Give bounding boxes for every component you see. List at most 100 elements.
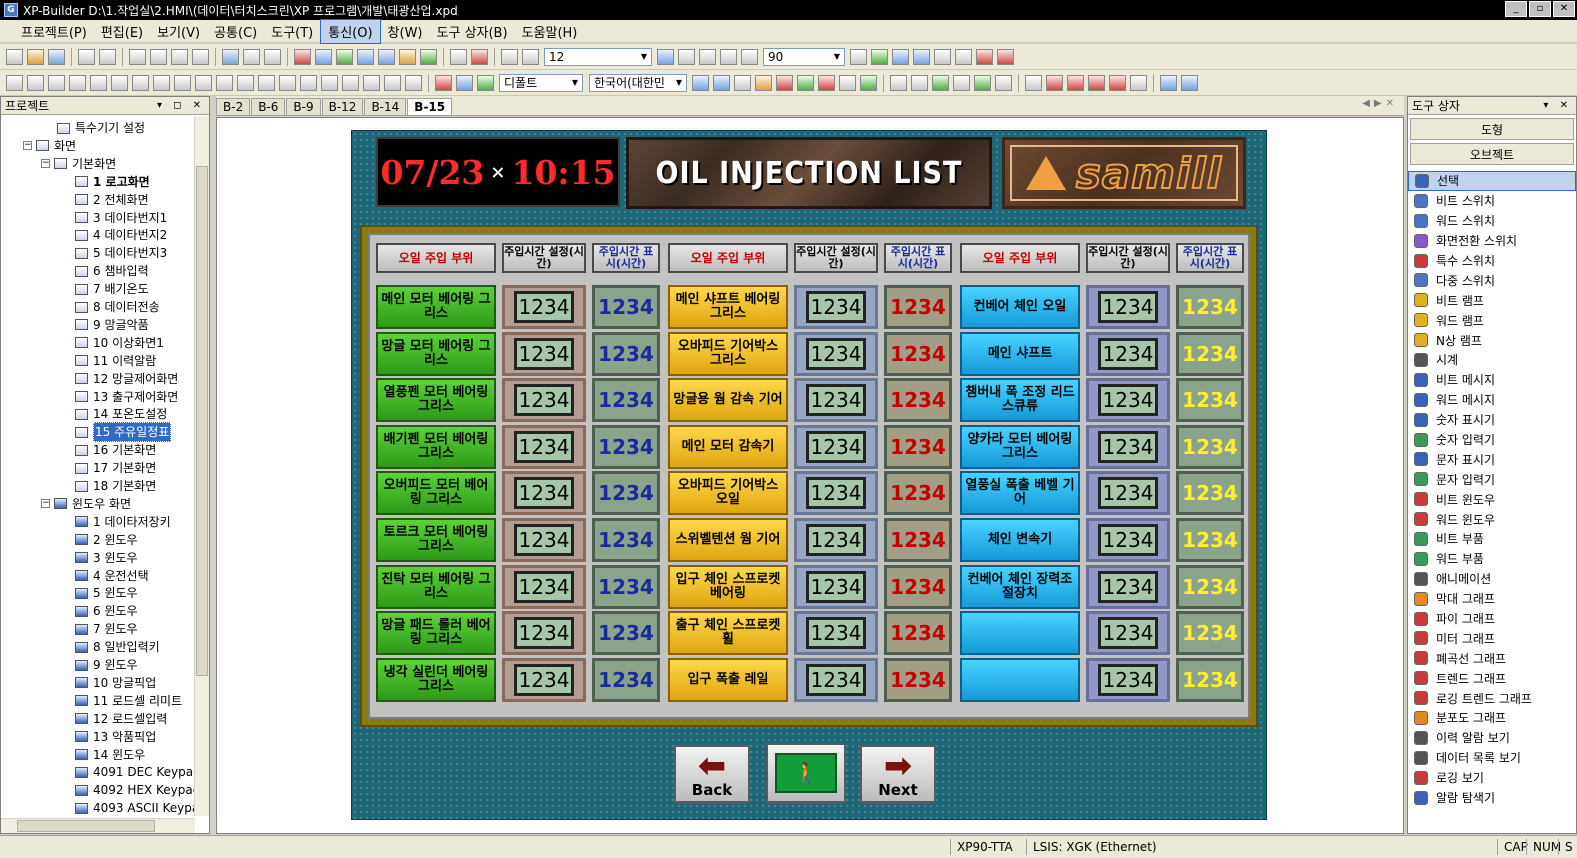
tree-node[interactable]: 4093 ASCII Keypa	[75, 799, 195, 816]
receive-icon[interactable]	[1088, 74, 1105, 91]
tool-item[interactable]: 다중 스위치	[1408, 270, 1576, 290]
injection-location-label[interactable]: 토르크 모터 베어링 그리스	[376, 518, 496, 562]
select-icon[interactable]	[336, 48, 353, 65]
group-objects-icon[interactable]	[300, 74, 317, 91]
tree-node[interactable]: 11 로드셀 리미트	[75, 692, 182, 710]
screen-title[interactable]: OIL INJECTION LIST	[626, 137, 992, 209]
injection-location-label[interactable]: 오바피드 기어박스 그리스	[668, 331, 788, 376]
save-icon[interactable]	[48, 48, 65, 65]
tree-node[interactable]: 10 이상화면1	[75, 334, 164, 352]
set-time-input[interactable]: 1234	[794, 378, 878, 423]
compare-icon[interactable]	[934, 48, 951, 65]
print-icon[interactable]	[450, 48, 467, 65]
set-time-input[interactable]: 1234	[1086, 331, 1170, 376]
menu-toolbox[interactable]: 도구 상자(B)	[430, 20, 515, 43]
tool-item[interactable]: 알람 탐색기	[1408, 788, 1576, 808]
tree-node[interactable]: 18 기본화면	[75, 477, 156, 495]
injection-location-label[interactable]: 메인 샤프트	[960, 331, 1080, 376]
tree-node[interactable]: 5 윈도우	[75, 584, 138, 602]
table-icon[interactable]	[734, 74, 751, 91]
menu-help[interactable]: 도움말(H)	[515, 20, 585, 43]
injection-location-label[interactable]: 오바피드 기어박스 오일	[668, 471, 788, 516]
device-icon[interactable]	[974, 74, 991, 91]
tool-item[interactable]: N상 램프	[1408, 330, 1576, 350]
tool-item[interactable]: 로깅 보기	[1408, 768, 1576, 788]
redo-icon[interactable]	[99, 48, 116, 65]
set-time-input[interactable]: 1234	[1086, 657, 1170, 702]
tab-b12[interactable]: B-12	[321, 98, 364, 115]
screen-list-icon[interactable]	[913, 48, 930, 65]
set-time-input[interactable]: 1234	[502, 285, 586, 329]
tool-item[interactable]: 비트 스위치	[1408, 191, 1576, 211]
tool-item[interactable]: 워드 램프	[1408, 310, 1576, 330]
flip-v-icon[interactable]	[69, 74, 86, 91]
tree-node[interactable]: 4 운전선택	[75, 567, 149, 585]
distribute-h-icon[interactable]	[174, 74, 191, 91]
tab-b15[interactable]: B-15	[407, 98, 453, 115]
injection-location-label[interactable]: 스위벨텐션 웜 기어	[668, 518, 788, 562]
zoom-select[interactable]: 90 ▼	[763, 47, 845, 66]
style-icon[interactable]	[435, 74, 452, 91]
align-bottom-icon[interactable]	[132, 74, 149, 91]
align-center-icon[interactable]	[153, 74, 170, 91]
injection-location-label[interactable]: 열풍실 폭출 베벨 기어	[960, 471, 1080, 516]
tree-node[interactable]: 2 전체화면	[75, 191, 149, 209]
zoom-tool-icon[interactable]	[850, 48, 867, 65]
injection-location-label[interactable]: 체인 변속기	[960, 518, 1080, 562]
check-icon[interactable]	[953, 74, 970, 91]
scroll-thumb[interactable]	[196, 166, 208, 676]
menu-tools[interactable]: 도구(T)	[264, 20, 320, 43]
tool-item[interactable]: 워드 스위치	[1408, 211, 1576, 231]
object-tab[interactable]: 오브젝트	[1410, 143, 1574, 165]
tool-item[interactable]: 문자 입력기	[1408, 469, 1576, 489]
tool-item[interactable]: 애니메이션	[1408, 569, 1576, 589]
set-time-input[interactable]: 1234	[502, 564, 586, 609]
tool-item[interactable]: 워드 윈도우	[1408, 509, 1576, 529]
scroll-thumb[interactable]	[17, 820, 155, 832]
same-width-icon[interactable]	[216, 74, 233, 91]
tree-node[interactable]: 4092 HEX Keypac	[75, 781, 195, 799]
tree-node[interactable]: 14 포온도설정	[75, 405, 167, 423]
minimize-button[interactable]: _	[1505, 1, 1527, 17]
tree-node[interactable]: 6 챔바입력	[75, 262, 149, 280]
set-time-input[interactable]: 1234	[502, 378, 586, 423]
injection-location-label[interactable]: 양카라 모터 베어링 그리스	[960, 424, 1080, 469]
injection-location-label[interactable]: 냉각 실린더 베어링 그리스	[376, 657, 496, 702]
panel-controls[interactable]: ▾ ✕	[1543, 100, 1572, 111]
lock-icon[interactable]	[384, 74, 401, 91]
injection-location-label[interactable]: 입구 폭출 레일	[668, 657, 788, 702]
tree-node[interactable]: 13 악품픽업	[75, 728, 156, 746]
tool-item[interactable]: 막대 그래프	[1408, 589, 1576, 609]
tile-icon[interactable]	[1130, 74, 1147, 91]
tree-node[interactable]: − 화면	[23, 137, 76, 155]
injection-location-label[interactable]: 출구 체인 스프로켓 휠	[668, 611, 788, 656]
view-icon[interactable]	[692, 74, 709, 91]
upload-icon[interactable]	[911, 74, 928, 91]
menu-project[interactable]: 프로젝트(P)	[14, 20, 94, 43]
tree-node[interactable]: 특수기기 설정	[57, 119, 145, 137]
tree-node[interactable]: 8 일반입력키	[75, 638, 160, 656]
injection-location-label[interactable]: 배기펜 모터 베어링 그리스	[376, 424, 496, 469]
zoom-out-icon[interactable]	[741, 48, 758, 65]
group-icon[interactable]	[264, 48, 281, 65]
hmi-screen[interactable]: 07/23 × 10:15 OIL INJECTION LIST samill …	[351, 130, 1267, 820]
panel-controls[interactable]: ▾ ◻ ✕	[157, 100, 205, 111]
fit-width-icon[interactable]	[678, 48, 695, 65]
tree-node[interactable]: 12 망글제어화면	[75, 370, 178, 388]
tool-item[interactable]: 문자 표시기	[1408, 449, 1576, 469]
tool-item[interactable]: 미터 그래프	[1408, 628, 1576, 648]
injection-location-label[interactable]: 컨베어 체인 장력조절장치	[960, 564, 1080, 609]
tree-node[interactable]: 4091 DEC Keypac	[75, 763, 195, 781]
tool-item[interactable]: 워드 메시지	[1408, 390, 1576, 410]
set-time-input[interactable]: 1234	[502, 331, 586, 376]
compile-icon[interactable]	[932, 74, 949, 91]
collapse-icon[interactable]: −	[41, 499, 50, 509]
tab-b2[interactable]: B-2	[216, 98, 251, 115]
tree-node[interactable]: − 기본화면	[41, 155, 116, 173]
same-height-icon[interactable]	[237, 74, 254, 91]
tool-item[interactable]: 이력 알람 보기	[1408, 728, 1576, 748]
injection-location-label[interactable]: 컨베어 체인 오일	[960, 285, 1080, 329]
tree-node[interactable]: 15 주유일정표	[75, 422, 172, 443]
language-select[interactable]: 한국어(대한민 ▼	[589, 73, 687, 92]
tree-node[interactable]: 9 윈도우	[75, 656, 138, 674]
